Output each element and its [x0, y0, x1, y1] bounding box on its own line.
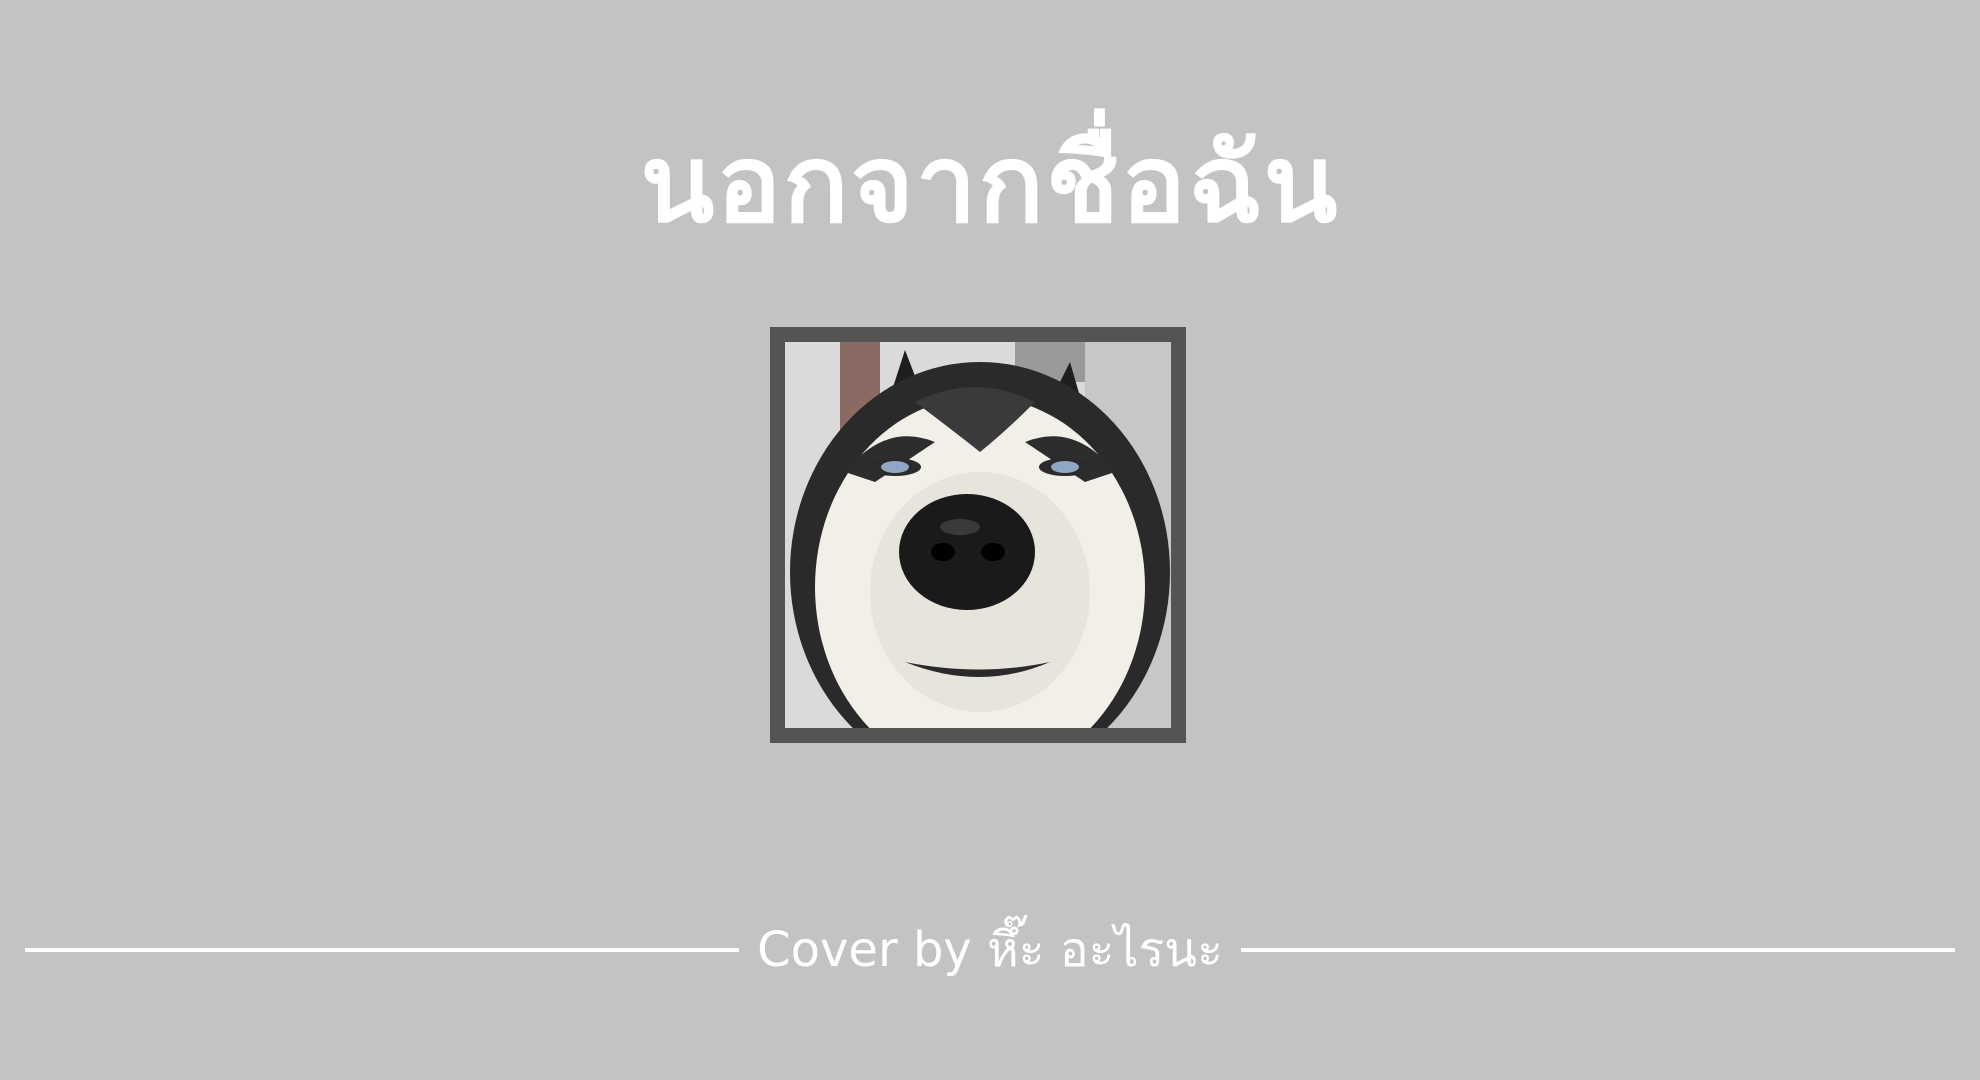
cover-image-frame [770, 327, 1186, 743]
cover-credit-banner: Cover by หึ๊ะ อะไรนะ [25, 915, 1955, 985]
husky-dog-photo [785, 342, 1171, 728]
right-divider-line [1240, 948, 1955, 952]
song-title: นอกจากชื่อฉัน [640, 122, 1340, 247]
left-divider-line [25, 948, 740, 952]
cover-credit: Cover by หึ๊ะ อะไรนะ [757, 922, 1223, 978]
